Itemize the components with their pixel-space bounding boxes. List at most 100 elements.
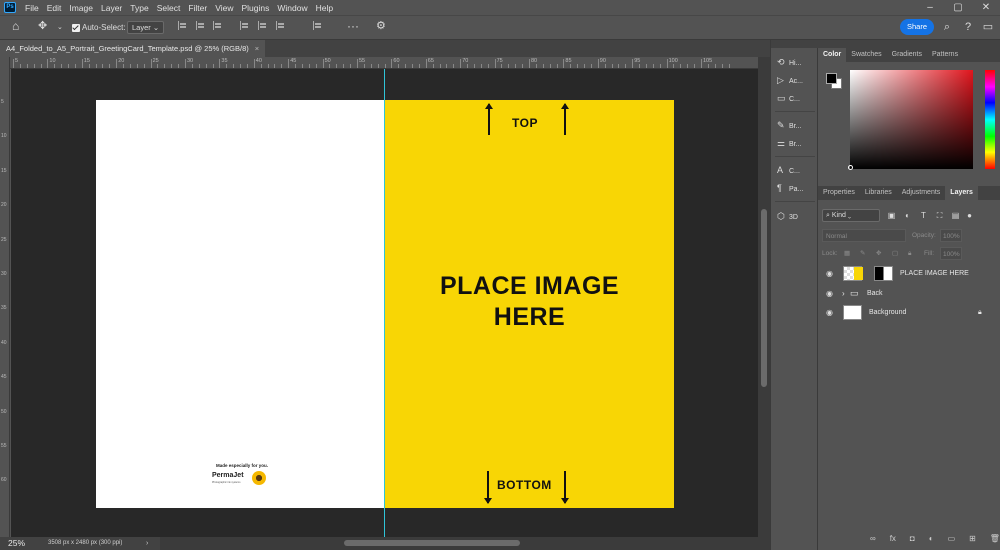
horizontal-scrollbar[interactable] [160, 537, 770, 550]
adjustment-layer-icon[interactable]: ◐ [929, 534, 934, 548]
new-group-icon[interactable]: ▭ [948, 534, 956, 548]
fold-guide-line[interactable] [384, 69, 385, 537]
menu-edit[interactable]: Edit [47, 3, 62, 13]
menu-window[interactable]: Window [277, 3, 307, 13]
auto-select-checkbox[interactable]: Auto-Select: [72, 21, 126, 35]
workspace-icon[interactable]: ▭ [981, 20, 995, 34]
align-bottom-icon[interactable] [276, 21, 285, 35]
menu-help[interactable]: Help [316, 3, 333, 13]
tab-color[interactable]: Color [818, 48, 847, 62]
horizontal-scroll-thumb[interactable] [344, 540, 520, 546]
layer-row[interactable]: ◉ PLACE IMAGE HERE [818, 264, 1000, 283]
fx-icon[interactable]: fx [890, 534, 896, 548]
lock-all-icon[interactable]: 🔒︎ [908, 247, 911, 260]
eye-icon[interactable]: ◉ [826, 303, 833, 322]
kind-filter-dropdown[interactable]: ⌕ Kind ⌄ [822, 209, 880, 222]
document-tab[interactable]: A4_Folded_to_A5_Portrait_GreetingCard_Te… [0, 40, 266, 57]
color-picker-field[interactable] [850, 70, 973, 169]
chevron-down-icon[interactable]: ⌄ [57, 21, 63, 35]
chevron-right-icon[interactable]: › [842, 284, 845, 303]
menu-select[interactable]: Select [157, 3, 181, 13]
close-window-icon[interactable]: ✕ [972, 0, 1000, 15]
ruler-minor-tick [19, 64, 21, 68]
character-panel-button[interactable]: A C... [777, 163, 800, 177]
align-right-icon[interactable] [213, 21, 222, 35]
history-panel-button[interactable]: ⟲ Hi... [777, 55, 801, 69]
foreground-color-swatch[interactable] [826, 73, 837, 84]
minimize-icon[interactable]: – [916, 0, 944, 15]
fill-field[interactable]: 100% [940, 247, 962, 260]
help-icon[interactable]: ? [961, 20, 975, 34]
auto-select-dropdown[interactable]: Layer ⌄ [127, 21, 165, 35]
move-tool-icon[interactable]: ✥ [38, 19, 47, 33]
hue-slider[interactable] [985, 70, 995, 169]
type-filter-icon[interactable]: T [918, 210, 929, 221]
menu-type[interactable]: Type [130, 3, 148, 13]
menu-image[interactable]: Image [69, 3, 93, 13]
smart-object-filter-icon[interactable]: ▤ [950, 210, 961, 221]
vertical-scroll-thumb[interactable] [761, 209, 767, 387]
layer-row[interactable]: ◉ Background 🔒︎ [818, 303, 1000, 322]
menu-file[interactable]: File [25, 3, 39, 13]
panel-divider [775, 156, 815, 157]
more-options-icon[interactable]: ··· [347, 19, 359, 33]
search-icon[interactable]: ⌕ [940, 20, 954, 34]
brushes-panel-button[interactable]: ✎ Br... [777, 118, 801, 132]
actions-panel-button[interactable]: ▷ Ac... [777, 73, 803, 87]
tab-swatches[interactable]: Swatches [846, 48, 886, 62]
tab-gradients[interactable]: Gradients [887, 48, 927, 62]
tab-properties[interactable]: Properties [818, 186, 860, 200]
maximize-icon[interactable]: ▢ [944, 0, 972, 15]
lock-transparent-icon[interactable]: ▦ [844, 247, 850, 260]
tab-layers[interactable]: Layers [945, 186, 978, 200]
comments-panel-button[interactable]: ▭ C... [777, 91, 800, 105]
share-button[interactable]: Share [900, 19, 934, 35]
ruler-tick [13, 59, 14, 68]
adjustment-filter-icon[interactable]: ◐ [902, 210, 913, 221]
canvas-area[interactable]: Made especially for you. PermaJet Photog… [11, 69, 758, 537]
menu-filter[interactable]: Filter [188, 3, 207, 13]
align-center-icon[interactable] [196, 21, 205, 35]
card-front-page[interactable]: TOP PLACE IMAGE HERE BOTTOM [385, 100, 674, 508]
tab-adjustments[interactable]: Adjustments [897, 186, 946, 200]
panel-collapse-bar[interactable] [771, 40, 819, 48]
opacity-field[interactable]: 100% [940, 229, 962, 242]
lock-artboard-icon[interactable]: ▢ [892, 247, 898, 260]
align-top-icon[interactable] [240, 21, 249, 35]
tab-libraries[interactable]: Libraries [860, 186, 897, 200]
3d-panel-button[interactable]: ⬡ 3D [777, 209, 798, 223]
distribute-icon[interactable] [313, 21, 322, 35]
tab-close-icon[interactable]: × [255, 44, 259, 53]
new-layer-icon[interactable]: ⊞ [969, 534, 976, 548]
color-picker-handle[interactable] [848, 165, 853, 170]
align-middle-icon[interactable] [258, 21, 267, 35]
zoom-level[interactable]: 25% [8, 537, 25, 550]
eye-icon[interactable]: ◉ [826, 264, 833, 283]
link-icon[interactable]: ∞ [870, 534, 876, 548]
home-icon[interactable]: ⌂ [12, 19, 19, 33]
menu-view[interactable]: View [215, 3, 233, 13]
lock-position-icon[interactable]: ✥ [876, 247, 881, 260]
vertical-scrollbar[interactable] [758, 57, 770, 537]
blend-mode-dropdown[interactable]: Normal [822, 229, 906, 242]
tab-patterns[interactable]: Patterns [927, 48, 963, 62]
layer-row[interactable]: ◉ › ▭ Back [818, 284, 1000, 303]
panel-collapse-bar[interactable] [818, 40, 1000, 48]
eye-icon[interactable]: ◉ [826, 284, 833, 303]
ruler-tick [701, 59, 702, 68]
status-arrow-icon[interactable]: › [146, 537, 148, 550]
align-left-icon[interactable] [178, 21, 187, 35]
shape-filter-icon[interactable]: ⛶ [934, 210, 945, 221]
brush-settings-panel-button[interactable]: ⚌ Br... [777, 136, 801, 150]
filter-toggle-icon[interactable]: ● [964, 210, 975, 221]
gear-icon[interactable]: ⚙ [376, 19, 386, 33]
paragraph-panel-button[interactable]: ¶ Pa... [777, 181, 803, 195]
mask-icon[interactable]: ◘ [910, 534, 915, 548]
delete-icon[interactable]: 🗑︎ [990, 534, 1000, 548]
card-back-page[interactable]: Made especially for you. PermaJet Photog… [96, 100, 385, 508]
pixel-filter-icon[interactable]: ▣ [886, 210, 897, 221]
menu-plugins[interactable]: Plugins [241, 3, 269, 13]
menu-layer[interactable]: Layer [101, 3, 122, 13]
document-info: 3508 px x 2480 px (300 ppi) [48, 540, 123, 546]
lock-paint-icon[interactable]: ✎ [860, 247, 865, 260]
